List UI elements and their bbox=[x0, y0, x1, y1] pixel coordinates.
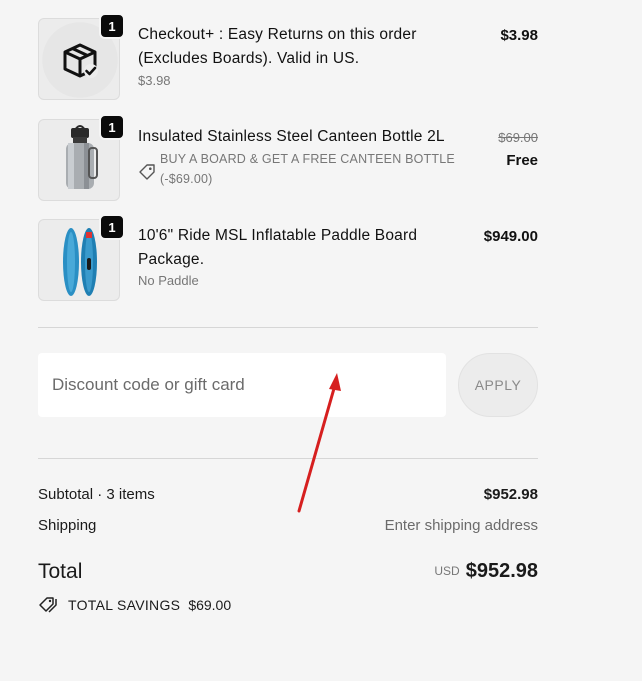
item-price-subtitle: $3.98 bbox=[138, 73, 171, 88]
item-price: $3.98 bbox=[500, 27, 538, 44]
savings-label: TOTAL SAVINGS bbox=[68, 597, 181, 613]
apply-discount-button[interactable]: APPLY bbox=[458, 353, 538, 417]
tag-icon bbox=[138, 163, 156, 186]
currency-code: USD bbox=[434, 564, 460, 578]
shipping-label: Shipping bbox=[38, 517, 97, 534]
tags-icon bbox=[39, 597, 57, 613]
shipping-value: Enter shipping address bbox=[384, 517, 538, 534]
total-row: Total USD $952.98 bbox=[38, 560, 538, 590]
subtotal-value: $952.98 bbox=[483, 486, 538, 503]
item-title: 10'6" Ride MSL Inflatable Paddle Board P… bbox=[138, 227, 418, 268]
quantity-badge: 1 bbox=[99, 114, 125, 140]
quantity-badge: 1 bbox=[99, 214, 125, 240]
quantity-badge: 1 bbox=[99, 13, 125, 39]
item-thumbnail: 1 bbox=[38, 214, 125, 301]
total-amount: USD $952.98 bbox=[434, 560, 538, 583]
original-price: $69.00 bbox=[498, 130, 538, 145]
subtotal-label: Subtotal · 3 items bbox=[38, 486, 155, 503]
item-variant: No Paddle bbox=[138, 273, 199, 288]
item-title: Insulated Stainless Steel Canteen Bottle… bbox=[138, 128, 445, 145]
promo-text: BUY A BOARD & GET A FREE CANTEEN BOTTLE … bbox=[160, 152, 455, 186]
total-label: Total bbox=[38, 560, 83, 583]
item-title: Checkout+ : Easy Returns on this order (… bbox=[138, 26, 417, 67]
item-price: Free bbox=[506, 152, 538, 169]
item-price: $949.00 bbox=[483, 228, 538, 245]
item-thumbnail: 1 bbox=[38, 13, 125, 100]
divider bbox=[38, 327, 538, 328]
divider bbox=[38, 458, 538, 459]
total-savings: TOTAL SAVINGS $69.00 bbox=[38, 595, 231, 615]
total-value: $952.98 bbox=[465, 560, 538, 582]
savings-value: $69.00 bbox=[188, 597, 232, 613]
discount-code-input[interactable] bbox=[38, 353, 446, 417]
item-thumbnail: 1 bbox=[38, 114, 125, 201]
